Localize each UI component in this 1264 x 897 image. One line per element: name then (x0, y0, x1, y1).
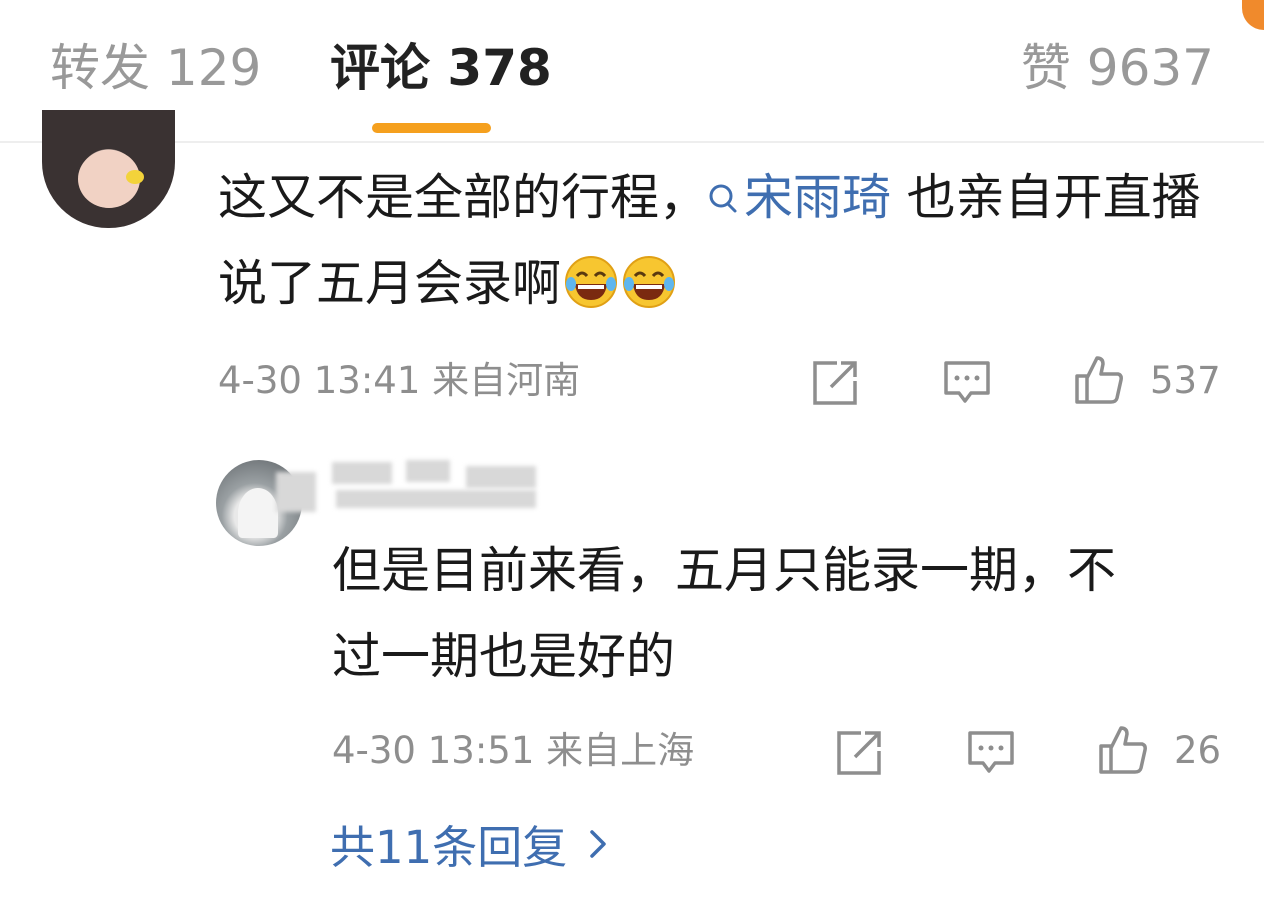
comment-meta: 4-30 13:41 来自河南 (218, 359, 581, 402)
tab-bar: 转发 129 评论 378 赞 9637 (0, 0, 1264, 143)
active-tab-indicator (372, 123, 491, 133)
avatar-accessory (126, 170, 144, 184)
like-icon[interactable] (1073, 354, 1125, 406)
share-icon[interactable] (809, 357, 861, 409)
tab-repost[interactable]: 转发 129 (50, 38, 261, 98)
like-icon[interactable] (1097, 724, 1149, 776)
mention-name: 宋雨琦 (744, 169, 892, 226)
comment-icon[interactable] (941, 357, 993, 409)
chevron-right-icon (590, 830, 607, 858)
avatar-figure (238, 488, 278, 538)
blurred-username (276, 458, 566, 513)
comment-text-before: 这又不是全部的行程， (218, 169, 709, 226)
reply-meta: 4-30 13:51 来自上海 (332, 729, 695, 772)
laughing-tears-emoji (565, 256, 618, 308)
laughing-tears-emoji (623, 256, 676, 308)
tab-comments[interactable]: 评论 378 (330, 38, 552, 98)
tab-likes[interactable]: 赞 9637 (1021, 38, 1214, 98)
search-icon (709, 184, 737, 213)
more-replies-label: 共11条回复 (330, 821, 568, 874)
comment-text: 这又不是全部的行程， 宋雨琦 也亲自开直播说了五月会录啊 (218, 155, 1218, 327)
like-count: 537 (1150, 359, 1221, 402)
comment-icon[interactable] (965, 727, 1017, 779)
share-icon[interactable] (833, 727, 885, 779)
mention-link[interactable]: 宋雨琦 (708, 169, 891, 226)
more-replies-link[interactable]: 共11条回复 (330, 820, 607, 876)
avatar[interactable] (42, 110, 175, 228)
like-count: 26 (1174, 729, 1222, 772)
reply-text: 但是目前来看，五月只能录一期，不过一期也是好的 (332, 542, 1117, 685)
